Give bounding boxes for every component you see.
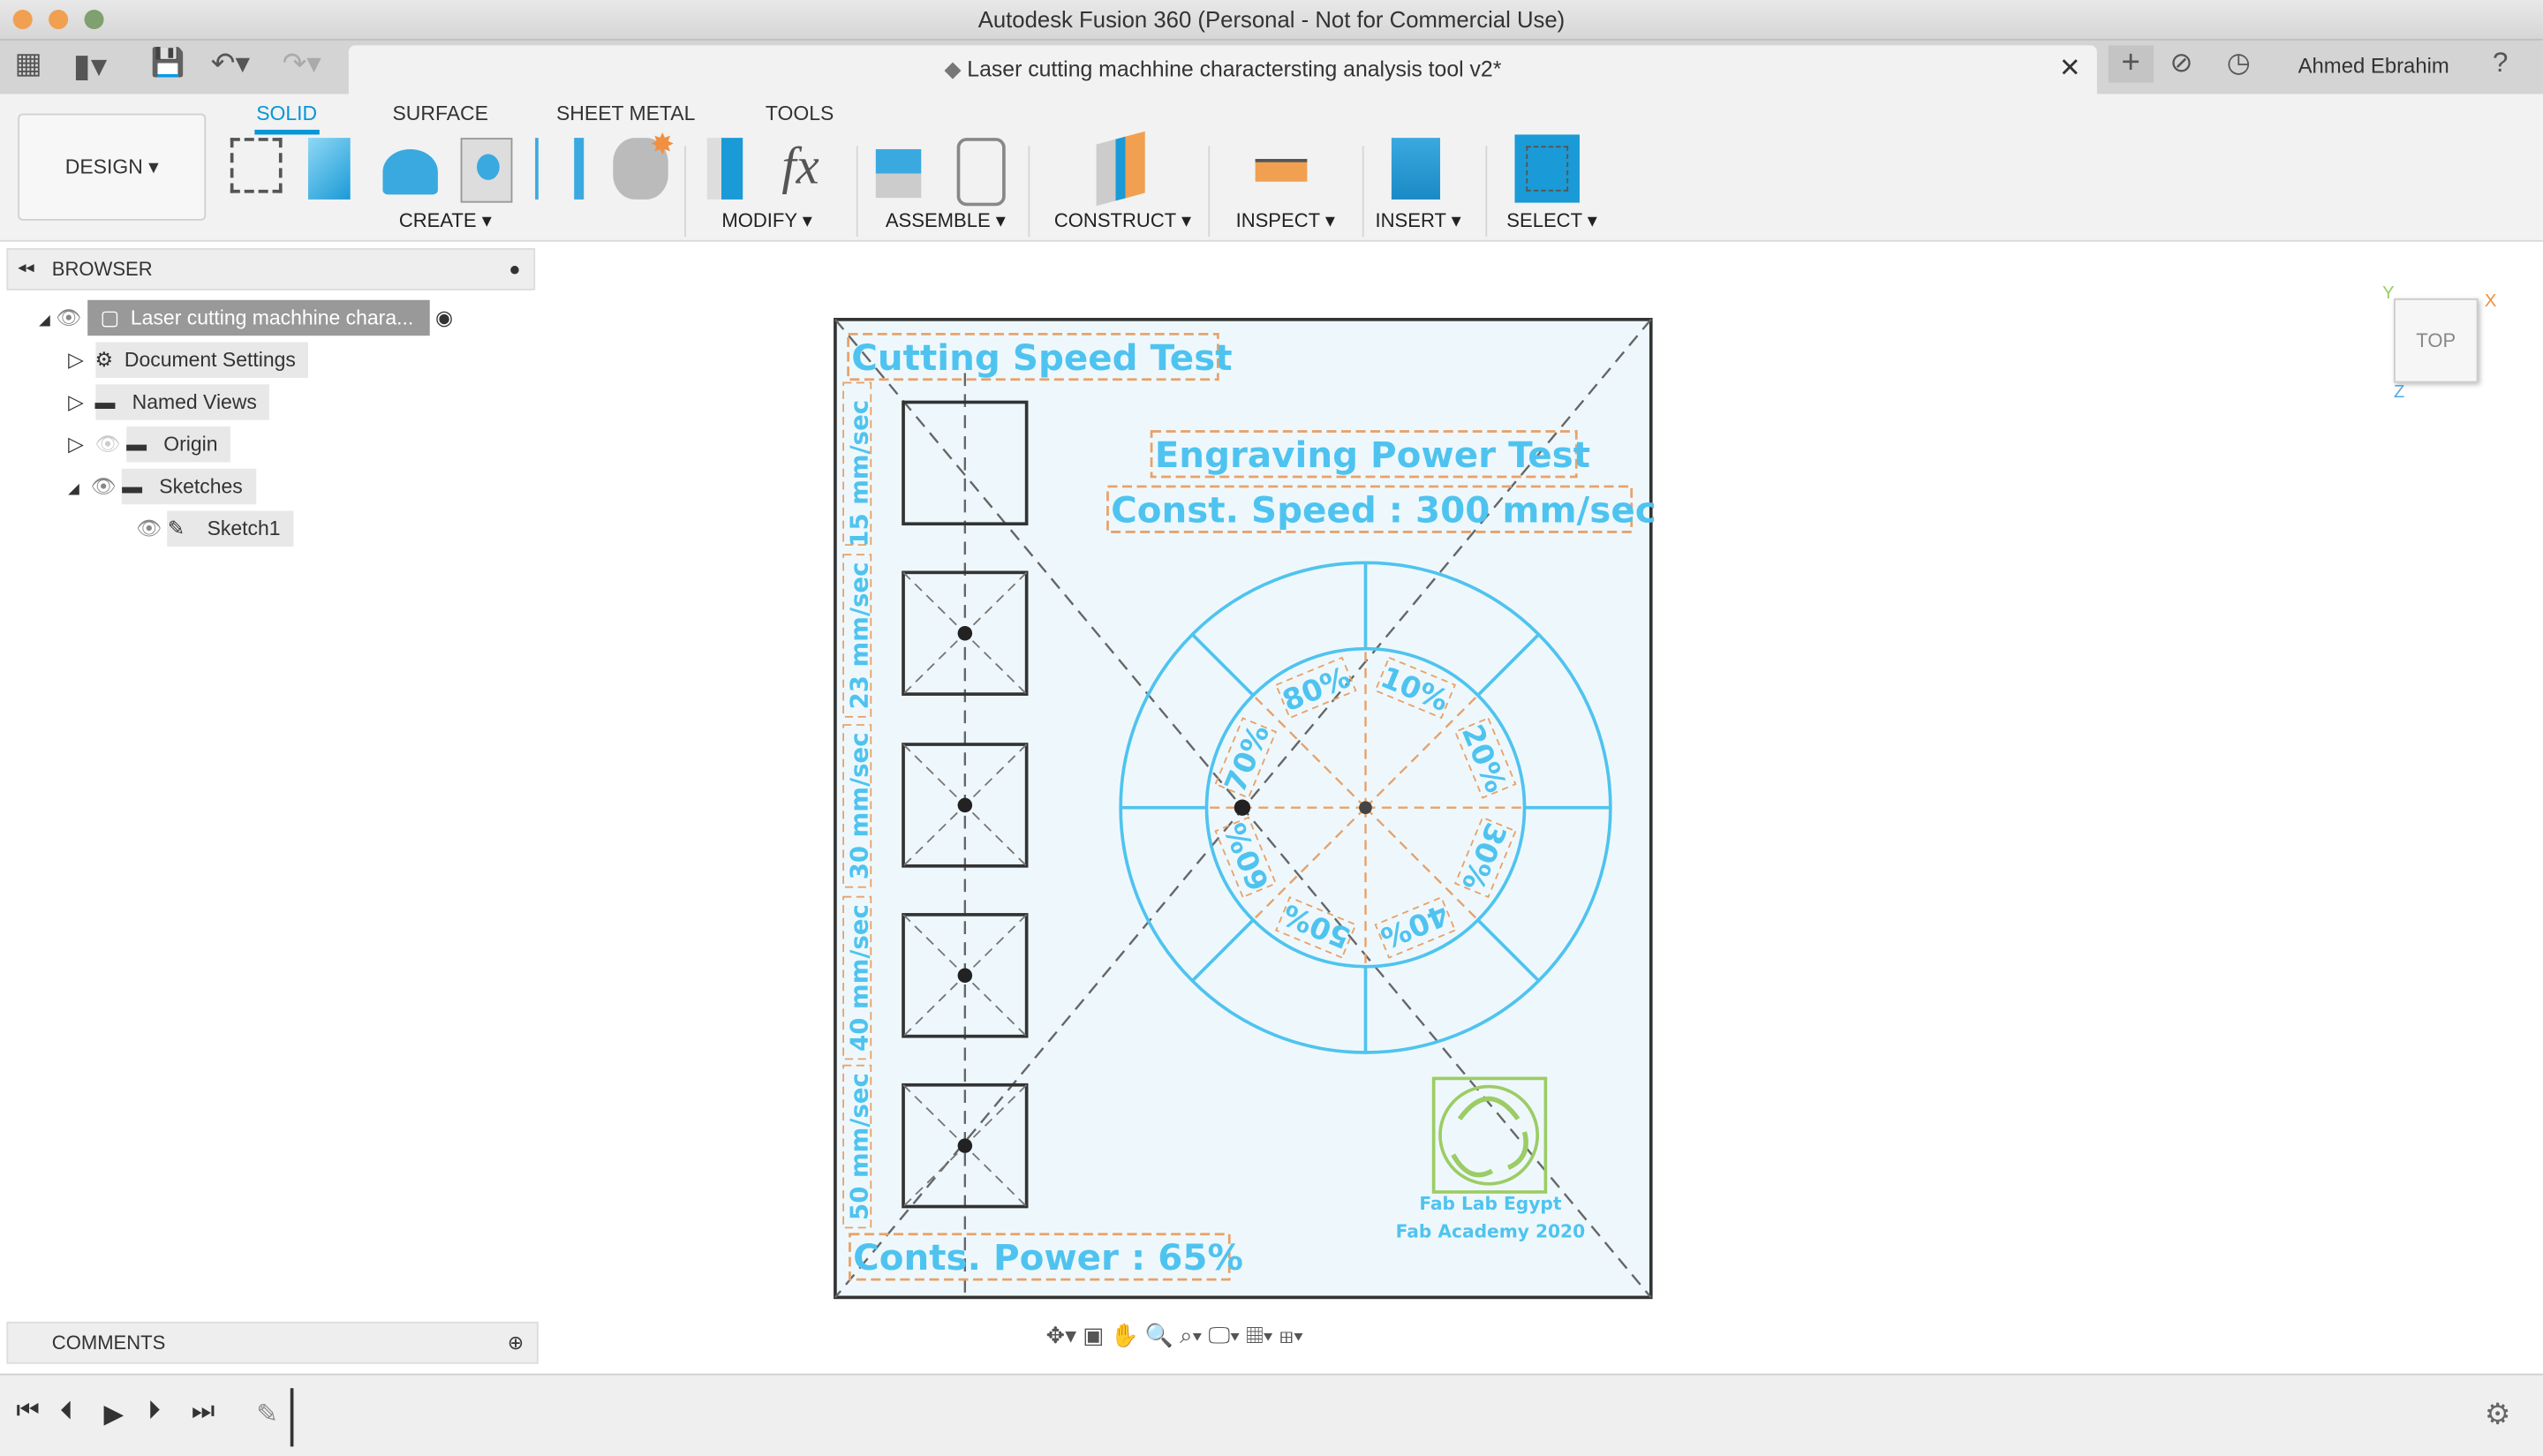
joint-icon[interactable] bbox=[956, 138, 1006, 207]
browser-item-sketch1[interactable]: 👁 ✎ Sketch1 bbox=[136, 510, 294, 547]
const-speed-label: Const. Speed : 300 mm/sec bbox=[1111, 488, 1656, 531]
help-icon[interactable]: ? bbox=[2493, 47, 2508, 79]
speed-label: 30 mm/sec bbox=[846, 732, 874, 879]
viewports-icon[interactable]: ⊞▾ bbox=[1279, 1322, 1303, 1347]
workspace-switcher[interactable]: DESIGN ▾ bbox=[18, 113, 207, 221]
job-status-icon[interactable]: ◷ bbox=[2227, 47, 2251, 79]
window-title: Autodesk Fusion 360 (Personal - Not for … bbox=[977, 6, 1566, 33]
pan-icon[interactable]: ✋ bbox=[1111, 1322, 1139, 1347]
timeline: ⏮ ⏴ ▶ ⏵ ⏭ ✎ ⚙ bbox=[0, 1373, 2543, 1456]
insert-menu[interactable]: INSERT ▾ bbox=[1376, 209, 1461, 232]
browser-item-sketches[interactable]: ◢ 👁 ▬ Sketches bbox=[68, 468, 256, 505]
browser-item-origin[interactable]: ▷ 👁 ▬ Origin bbox=[68, 426, 231, 463]
speed-label: 15 mm/sec bbox=[846, 400, 874, 547]
timeline-marker[interactable] bbox=[290, 1388, 294, 1447]
tab-sheet-metal[interactable]: SHEET METAL bbox=[556, 102, 695, 125]
press-pull-icon[interactable] bbox=[706, 138, 743, 200]
speed-label: 23 mm/sec bbox=[846, 562, 874, 710]
zoom-window-button[interactable] bbox=[84, 10, 104, 30]
change-parameters-icon[interactable]: fx bbox=[781, 136, 819, 196]
minimize-window-button[interactable] bbox=[49, 10, 69, 30]
hole-icon[interactable] bbox=[460, 138, 513, 203]
offset-plane-icon[interactable] bbox=[1096, 131, 1145, 207]
extrude-icon[interactable] bbox=[307, 138, 351, 200]
x-axis-label: X bbox=[2484, 291, 2497, 312]
close-window-button[interactable] bbox=[12, 10, 33, 30]
logo-line1: Fab Lab Egypt bbox=[1419, 1193, 1562, 1214]
go-to-start-icon[interactable]: ⏮ bbox=[16, 1398, 39, 1427]
user-name[interactable]: Ahmed Ebrahim bbox=[2298, 54, 2449, 79]
orbit-icon[interactable]: ✥▾ bbox=[1046, 1322, 1076, 1347]
create-sketch-icon[interactable] bbox=[230, 138, 283, 193]
select-icon[interactable] bbox=[1514, 134, 1580, 203]
go-to-end-icon[interactable]: ⏭ bbox=[192, 1398, 215, 1427]
document-icon: ◆ bbox=[944, 57, 968, 81]
timeline-sketch-icon[interactable]: ✎ bbox=[256, 1398, 278, 1430]
step-forward-icon[interactable]: ⏵ bbox=[147, 1398, 161, 1427]
power-wheel: 10%20%30%40%50%60%70%80% bbox=[1119, 561, 1612, 1054]
select-menu[interactable]: SELECT ▾ bbox=[1506, 209, 1597, 232]
new-tab-icon[interactable]: + bbox=[2108, 45, 2154, 83]
create-form-icon[interactable]: ✸ bbox=[613, 128, 675, 200]
insert-image-icon[interactable] bbox=[1391, 138, 1440, 200]
const-power-label: Conts. Power : 65% bbox=[853, 1236, 1243, 1279]
browser-item-document-settings[interactable]: ▷ ⚙ Document Settings bbox=[68, 342, 309, 378]
timeline-settings-icon[interactable]: ⚙ bbox=[2485, 1398, 2511, 1432]
assemble-menu[interactable]: ASSEMBLE ▾ bbox=[886, 209, 1006, 232]
new-component-icon[interactable] bbox=[875, 148, 922, 199]
grid-icon[interactable]: ▦▾ bbox=[1246, 1322, 1272, 1347]
close-tab-icon[interactable]: ✕ bbox=[2059, 45, 2081, 94]
canvas[interactable]: 15 mm/sec 23 mm/sec 30 mm/sec 40 mm/sec 50 m… bbox=[0, 242, 2543, 1374]
inspect-menu[interactable]: INSPECT ▾ bbox=[1236, 209, 1335, 232]
step-back-icon[interactable]: ⏴ bbox=[60, 1398, 73, 1427]
undo-icon[interactable]: ↶▾ bbox=[211, 47, 250, 81]
revolve-icon[interactable] bbox=[382, 148, 438, 195]
file-menu-icon[interactable]: ▮▾ bbox=[73, 45, 108, 86]
play-icon[interactable]: ▶ bbox=[104, 1398, 125, 1430]
save-icon[interactable]: 💾 bbox=[151, 47, 185, 79]
redo-icon[interactable]: ↷▾ bbox=[283, 47, 321, 81]
logo-line2: Fab Academy 2020 bbox=[1396, 1220, 1585, 1241]
comments-panel[interactable]: COMMENTS ⊕ bbox=[6, 1321, 539, 1364]
browser-item-named-views[interactable]: ▷ ▬ Named Views bbox=[68, 384, 270, 420]
y-axis-label: Y bbox=[2382, 283, 2395, 304]
browser-header: ◂◂ BROWSER ● bbox=[6, 248, 536, 290]
measure-icon[interactable] bbox=[1255, 158, 1308, 182]
speed-label: 40 mm/sec bbox=[846, 904, 874, 1052]
construct-menu[interactable]: CONSTRUCT ▾ bbox=[1054, 209, 1191, 232]
fit-icon[interactable]: ⌕▾ bbox=[1180, 1322, 1202, 1347]
tab-surface[interactable]: SURFACE bbox=[392, 102, 487, 125]
engrave-title: Engraving Power Test bbox=[1155, 434, 1590, 476]
add-comment-icon[interactable]: ⊕ bbox=[508, 1324, 524, 1362]
browser-root[interactable]: ◢ 👁 ▢ Laser cutting machhine chara... ◉ bbox=[39, 299, 453, 336]
cut-title: Cutting Speed Test bbox=[851, 336, 1232, 379]
look-at-icon[interactable]: ▣ bbox=[1083, 1322, 1104, 1347]
tab-solid[interactable]: SOLID bbox=[254, 102, 319, 135]
document-title: Laser cutting machhine charactersting an… bbox=[967, 57, 1502, 81]
browser-pin-icon[interactable]: ● bbox=[509, 250, 520, 289]
toolbar: DESIGN ▾ SOLID SURFACE SHEET METAL TOOLS… bbox=[0, 94, 2543, 242]
pattern-icon[interactable] bbox=[535, 138, 585, 200]
z-axis-label: Z bbox=[2393, 382, 2405, 403]
display-settings-icon[interactable]: 🖵▾ bbox=[1208, 1322, 1240, 1347]
create-menu[interactable]: CREATE ▾ bbox=[399, 209, 492, 232]
collapse-browser-icon[interactable]: ◂◂ bbox=[18, 250, 34, 289]
apps-grid-icon[interactable]: ▦ bbox=[15, 47, 42, 81]
sketch-drawing[interactable]: 15 mm/sec 23 mm/sec 30 mm/sec 40 mm/sec 50 m… bbox=[0, 242, 2543, 1374]
zoom-icon[interactable]: 🔍 bbox=[1145, 1322, 1173, 1347]
tab-tools[interactable]: TOOLS bbox=[766, 102, 834, 125]
navigation-bar: ✥▾ ▣ ✋ 🔍 ⌕▾ 🖵▾ ▦▾ ⊞▾ bbox=[1046, 1322, 1484, 1364]
modify-menu[interactable]: MODIFY ▾ bbox=[721, 209, 812, 232]
extensions-icon[interactable]: ⊘ bbox=[2170, 47, 2193, 79]
speed-label: 50 mm/sec bbox=[846, 1073, 874, 1220]
view-cube[interactable]: TOP bbox=[2393, 298, 2479, 383]
title-bar: Autodesk Fusion 360 (Personal - Not for … bbox=[0, 0, 2543, 41]
document-tab[interactable]: ◆ Laser cutting machhine charactersting … bbox=[348, 45, 2097, 94]
browser-panel: ◂◂ BROWSER ● ◢ 👁 ▢ Laser cutting machhine … bbox=[6, 248, 536, 547]
